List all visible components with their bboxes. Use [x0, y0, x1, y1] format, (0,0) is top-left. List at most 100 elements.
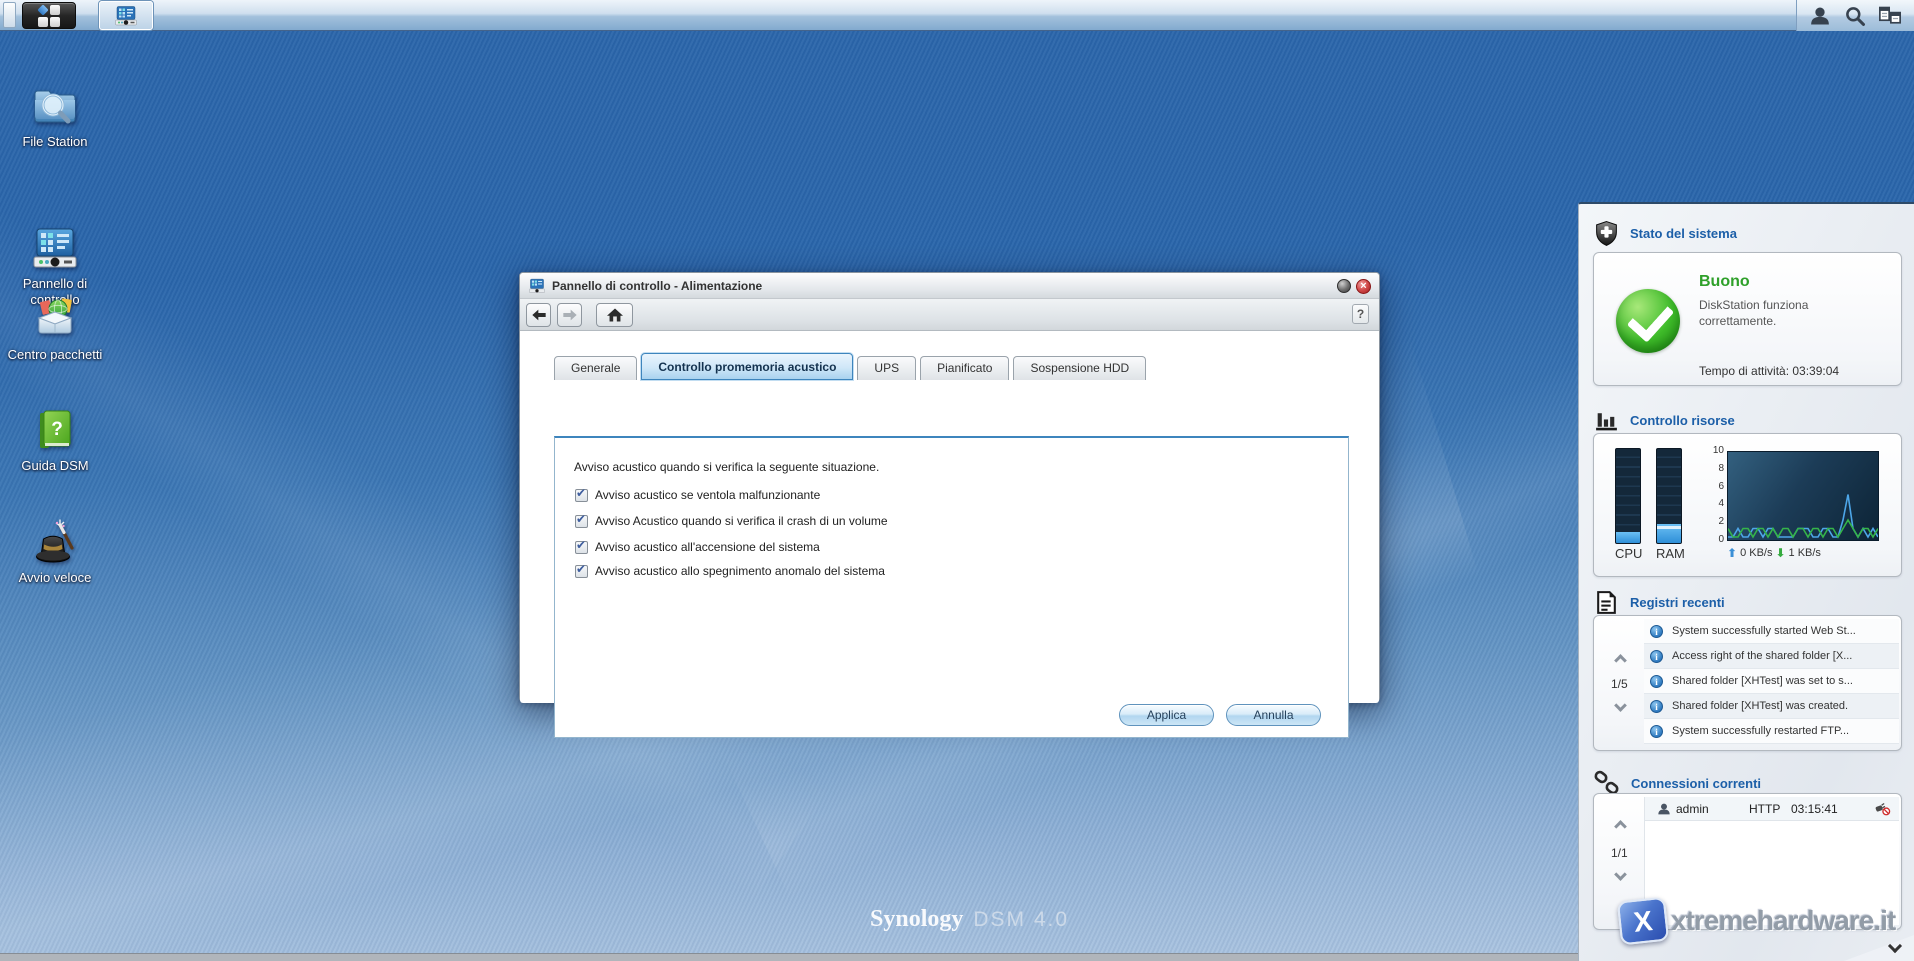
section-title: Stato del sistema: [1630, 226, 1737, 241]
tab-bar: Generale Controllo promemoria acustico U…: [554, 353, 1150, 380]
window-title-icon: [529, 278, 545, 293]
desktop-icon-label: Avvio veloce: [18, 570, 92, 585]
window-toolbar: ?: [520, 299, 1379, 331]
checkbox-label: Avviso acustico allo spegnimento anomalo…: [595, 564, 885, 578]
info-icon: i: [1650, 724, 1663, 738]
taskbar-control-panel-task[interactable]: [99, 1, 153, 30]
info-icon: i: [1650, 649, 1663, 663]
close-button[interactable]: ×: [1356, 279, 1371, 294]
log-row[interactable]: i Shared folder [XHTest] was created.: [1644, 694, 1899, 719]
log-row[interactable]: i System successfully restarted FTP...: [1644, 719, 1899, 744]
shield-icon: [1596, 221, 1617, 247]
info-icon: i: [1650, 624, 1663, 638]
desktop-icon-label: File Station: [22, 134, 88, 149]
ram-meter: [1656, 448, 1682, 544]
forward-button[interactable]: [557, 303, 582, 327]
checkbox-row[interactable]: ✔ Avviso Acustico quando si verifica il …: [575, 512, 888, 528]
back-button[interactable]: [526, 303, 551, 327]
connections-page-down-icon[interactable]: [1614, 868, 1627, 881]
taskbar-tray: [1796, 0, 1914, 31]
user-icon[interactable]: [1809, 5, 1831, 27]
minimize-button[interactable]: [1337, 279, 1351, 293]
desktop-icon-package-center[interactable]: Centro pacchetti: [3, 295, 107, 363]
resource-monitor-box: CPU RAM 10 8 64 20 ⬆ 0 KB/s ⬇ 1 KB/s: [1593, 433, 1902, 577]
network-chart: [1727, 451, 1879, 541]
tab-generale[interactable]: Generale: [554, 356, 638, 380]
desktop-icon-quick-start[interactable]: Avvio veloce: [3, 518, 107, 586]
tab-panel: Avviso acustico quando si verifica la se…: [554, 436, 1349, 738]
upload-rate: 0 KB/s: [1740, 547, 1773, 559]
dsm-version-text: DSM 4.0: [973, 908, 1070, 931]
window-title: Pannello di controllo - Alimentazione: [552, 278, 763, 293]
xtremehardware-logo-icon: X: [1616, 896, 1670, 946]
recent-logs-header: Registri recenti: [1593, 589, 1725, 616]
checkbox-label: Avviso Acustico quando si verifica il cr…: [595, 514, 888, 528]
bar-chart-icon: [1596, 413, 1617, 431]
download-arrow-icon: ⬇: [1775, 546, 1786, 560]
checkbox-label: Avviso acustico se ventola malfunzionant…: [595, 488, 821, 502]
disconnect-icon[interactable]: [1874, 801, 1891, 816]
home-icon: [606, 308, 623, 322]
connection-row[interactable]: admin HTTP 03:15:41: [1645, 797, 1899, 821]
window-titlebar[interactable]: Pannello di controllo - Alimentazione ×: [520, 273, 1379, 299]
connections-page-up-icon[interactable]: [1614, 820, 1627, 833]
checkbox-volume-crash[interactable]: ✔: [575, 512, 588, 528]
tab-ups[interactable]: UPS: [857, 356, 917, 380]
desktop-icon-label: Guida DSM: [21, 458, 89, 473]
back-arrow-icon: [531, 309, 546, 321]
log-text: Access right of the shared folder [X...: [1672, 650, 1853, 662]
log-text: System successfully started Web St...: [1672, 625, 1856, 637]
tab-pianificato[interactable]: Pianificato: [920, 356, 1010, 380]
control-panel-icon: [33, 228, 77, 268]
log-row[interactable]: i System successfully started Web St...: [1644, 619, 1899, 644]
checkbox-row[interactable]: ✔ Avviso acustico all'accensione del sis…: [575, 538, 820, 554]
dsm-help-icon: ?: [40, 410, 71, 448]
search-icon[interactable]: [1844, 5, 1866, 27]
section-title: Connessioni correnti: [1631, 775, 1762, 791]
status-ok-icon: [1616, 289, 1680, 353]
home-button[interactable]: [596, 303, 633, 327]
log-row[interactable]: i Access right of the shared folder [X..…: [1644, 644, 1899, 669]
log-row[interactable]: i Shared folder [XHTest] was set to s...: [1644, 669, 1899, 694]
system-status-box: Buono DiskStation funziona correttamente…: [1593, 252, 1902, 386]
checkbox-label: Avviso acustico all'accensione del siste…: [595, 540, 820, 554]
tab-sospensione-hdd[interactable]: Sospensione HDD: [1013, 356, 1147, 380]
main-menu-icon: [37, 3, 60, 27]
checkbox-power-on[interactable]: ✔: [575, 538, 588, 554]
checkbox-abnormal-shutdown[interactable]: ✔: [575, 562, 588, 578]
desktop-icon-dsm-help[interactable]: ? Guida DSM: [3, 406, 107, 474]
tab-controllo-promemoria-acustico[interactable]: Controllo promemoria acustico: [641, 353, 854, 380]
xtremehardware-watermark: X xtremehardware.it: [1616, 896, 1896, 946]
connections-page-indicator: 1/1: [1611, 846, 1628, 860]
main-menu-button[interactable]: [22, 2, 76, 29]
apply-button[interactable]: Applica: [1119, 704, 1214, 726]
help-button[interactable]: ?: [1352, 304, 1369, 324]
pilot-view-icon[interactable]: [1878, 5, 1902, 27]
user-icon: [1658, 803, 1670, 814]
log-text: Shared folder [XHTest] was set to s...: [1672, 675, 1853, 687]
checkbox-row[interactable]: ✔ Avviso acustico se ventola malfunziona…: [575, 486, 821, 502]
info-icon: i: [1650, 699, 1663, 713]
desktop: File Station Pannello di controllo Centr…: [0, 0, 1914, 961]
info-icon: i: [1650, 674, 1663, 688]
checkbox-fan-failure[interactable]: ✔: [575, 486, 588, 502]
widget-sidebar: Stato del sistema Buono DiskStation funz…: [1578, 202, 1914, 961]
file-station-icon: [34, 90, 76, 124]
system-status-header: Stato del sistema: [1593, 220, 1737, 247]
download-rate: 1 KB/s: [1788, 547, 1821, 559]
quick-start-icon: [36, 519, 74, 563]
dsm-watermark: Synology DSM 4.0: [870, 906, 1069, 933]
recent-logs-box: 1/5 i System successfully started Web St…: [1593, 615, 1902, 751]
desktop-icon-file-station[interactable]: File Station: [3, 82, 107, 150]
connection-protocol: HTTP: [1749, 801, 1781, 816]
synology-brand-text: Synology: [870, 906, 964, 932]
show-desktop-button[interactable]: [3, 2, 16, 28]
cancel-button[interactable]: Annulla: [1226, 704, 1321, 726]
logs-page-down-icon[interactable]: [1614, 699, 1627, 712]
logs-page-indicator: 1/5: [1611, 677, 1628, 691]
logs-page-up-icon[interactable]: [1614, 654, 1627, 667]
uptime-text: Tempo di attività: 03:39:04: [1699, 364, 1840, 378]
status-value: Buono: [1699, 273, 1750, 290]
checkbox-row[interactable]: ✔ Avviso acustico allo spegnimento anoma…: [575, 562, 885, 578]
xtremehardware-text: xtremehardware.it: [1671, 905, 1896, 936]
